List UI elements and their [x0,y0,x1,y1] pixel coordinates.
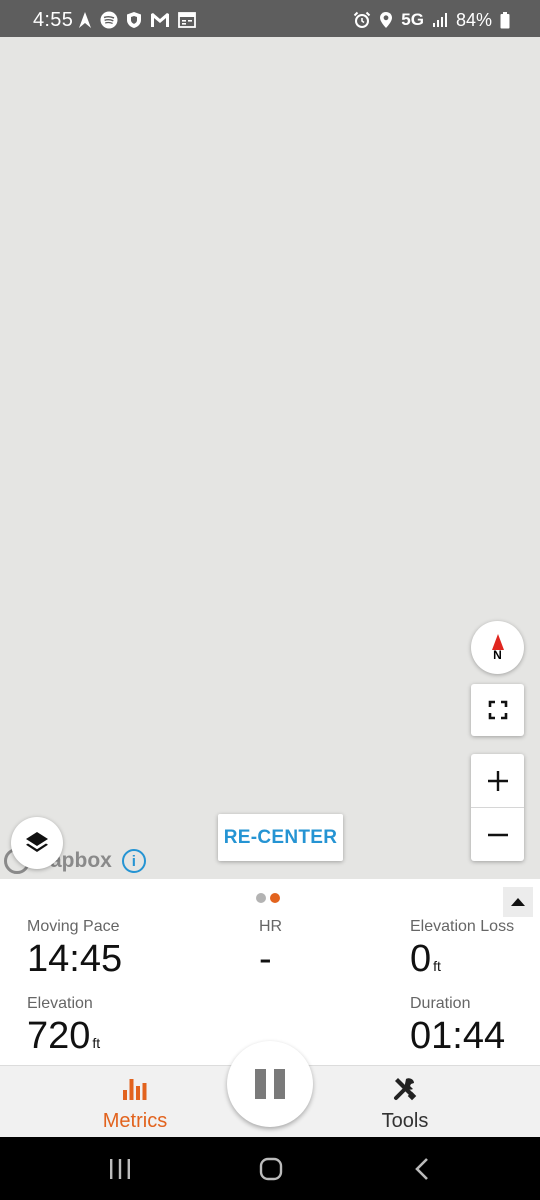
metric-elevation-loss: Elevation Loss 0 ft [410,918,514,978]
tools-icon [392,1076,418,1102]
metric-label: Duration [410,995,471,1012]
info-icon[interactable]: i [121,849,146,873]
battery-icon [500,11,510,29]
compass-button[interactable]: N [471,621,524,674]
recenter-button[interactable]: RE-CENTER [218,814,343,861]
tab-label: Tools [381,1110,429,1132]
metric-value: 720 ft [27,1015,101,1057]
system-icons: 5G 84% [353,10,510,30]
network-type: 5G [401,10,424,29]
metric-label: Elevation Loss [410,918,515,935]
notification-icons [78,10,196,30]
pause-icon [255,1069,285,1099]
system-nav-bar [0,1137,540,1200]
metric-elevation: Elevation 720 ft [27,995,100,1055]
zoom-in-button[interactable] [471,754,524,807]
metric-value: - [259,938,272,980]
metric-hr: HR - [259,918,282,978]
tab-metrics[interactable]: Metrics [60,1066,210,1138]
metric-label: Moving Pace [27,918,120,935]
tab-tools[interactable]: Tools [330,1066,480,1138]
metric-unit: ft [92,1035,101,1051]
metric-value: 0 ft [410,938,441,980]
home-button[interactable] [241,1152,301,1186]
back-button[interactable] [392,1152,452,1186]
caret-up-icon [511,898,525,906]
bar-chart-icon [122,1076,148,1102]
layers-icon [26,832,48,852]
recents-button[interactable] [90,1152,150,1186]
pause-button[interactable] [227,1041,313,1127]
fullscreen-icon [488,700,507,720]
battery-level: 84% [455,9,492,30]
tab-label: Metrics [102,1110,168,1132]
metric-unit: ft [433,958,441,974]
status-time: 4:55 [33,9,74,31]
zoom-controls [471,754,524,861]
metric-moving-pace: Moving Pace 14:45 [27,918,122,978]
expand-panel-button[interactable] [503,887,533,917]
compass-north-label: N [493,647,502,662]
spotify-icon [100,11,118,29]
back-icon [415,1158,428,1180]
metric-label: Elevation [27,995,93,1012]
minus-icon [487,833,508,836]
page-indicator [256,893,280,903]
alarm-icon [353,11,371,29]
page-dot-active [270,893,280,903]
location-icon [379,11,393,29]
navigation-icon [78,11,92,29]
page-dot [256,893,266,903]
home-icon [259,1157,283,1181]
gmail-icon [150,12,170,28]
plus-icon [487,770,508,791]
metric-value: 14:45 [27,938,123,980]
calendar-icon [178,12,196,28]
fullscreen-button[interactable] [471,684,524,736]
metric-value: 01:44 [410,1015,506,1057]
metrics-panel: Moving Pace 14:45 HR - Elevation Loss 0f… [0,879,540,1065]
metric-label: HR [259,918,283,935]
status-bar: 4:55 5G 84% [0,0,540,37]
layers-button[interactable] [11,817,63,869]
metric-duration: Duration 01:44 [410,995,505,1055]
shield-icon [126,11,142,29]
zoom-out-button[interactable] [471,808,524,861]
map-view[interactable]: N apbox i RE-CENTER [0,37,540,879]
recents-icon [110,1159,130,1179]
signal-icon [432,12,448,28]
